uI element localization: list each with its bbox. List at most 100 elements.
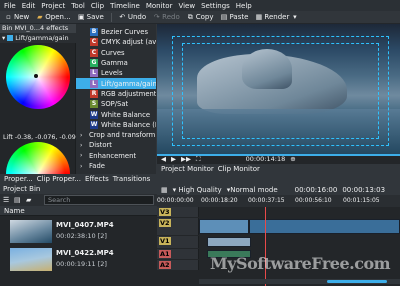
ruler-tick: 00:00:00:00 [157, 197, 194, 204]
grid-icon[interactable]: ▦ [161, 186, 168, 194]
ruler-tick: 00:00:56:10 [295, 197, 332, 204]
open-button[interactable]: ▰ Open... [34, 13, 72, 21]
timeline-tracks: V3 V2 V1 A1 A2 [157, 207, 400, 286]
monitor-tabs: Project Monitor Clip Monitor [157, 164, 400, 174]
tab-project-monitor[interactable]: Project Monitor [161, 165, 214, 173]
list-item[interactable]: S SOP/Sat [76, 99, 156, 109]
menu-settings[interactable]: Settings [201, 2, 230, 10]
lift-value-text: Lift -0.38, -0.076, -0.09: [3, 134, 77, 141]
collapse-icon[interactable]: ▾ [2, 34, 5, 42]
menu-clip[interactable]: Clip [91, 2, 104, 10]
quality-dropdown[interactable]: ▾ High Quality [173, 186, 222, 194]
timecode-duration[interactable]: 00:00:13:03 [342, 186, 385, 194]
video-clip[interactable] [249, 219, 400, 234]
category-fade[interactable]: › Fade [76, 161, 156, 171]
play-back-icon[interactable]: ◀ [161, 155, 166, 163]
folder-icon[interactable]: ▰ [26, 196, 31, 204]
timeline-ruler[interactable]: 00:00:00:00 00:00:18:20 00:00:37:15 00:0… [157, 195, 400, 207]
track-header: V2 [157, 218, 199, 235]
list-item[interactable]: R RGB adjustment [76, 89, 156, 99]
list-item[interactable]: MVI_0407.MP4 00:02:38:10 [2] [0, 218, 157, 245]
category-crop-transform[interactable]: › Crop and transform [76, 130, 156, 140]
redo-button[interactable]: ↷ Redo [151, 13, 182, 21]
checkbox-icon[interactable] [7, 35, 14, 41]
video-clip[interactable] [207, 237, 251, 247]
chevron-down-icon: ▾ [293, 12, 297, 21]
menu-monitor[interactable]: Monitor [146, 2, 173, 10]
category-distort[interactable]: › Distort [76, 140, 156, 150]
effect-stack-title: Bin MVI_0...4 effects [0, 24, 76, 33]
list-item[interactable]: B Bezier Curves [76, 27, 156, 37]
list-item[interactable]: WWhite Balance (LM [76, 120, 156, 130]
tab-properties[interactable]: Proper... [4, 175, 33, 183]
chevron-down-icon: ▾ [172, 185, 177, 194]
tab-effects[interactable]: Effects [85, 175, 109, 183]
paste-icon: ▤ [220, 12, 228, 21]
track-v2[interactable]: V2 [157, 218, 400, 235]
menu-file[interactable]: File [4, 2, 16, 10]
timeline-toolbar: ▦ ▾ High Quality ▾Normal mode 00:00:16:0… [157, 184, 400, 195]
menu-tool[interactable]: Tool [71, 2, 85, 10]
watermark: MySoftwareFree.com [210, 254, 391, 273]
category-enhancement[interactable]: › Enhancement [76, 151, 156, 161]
menu-view[interactable]: View [178, 2, 195, 10]
render-icon: ▦ [255, 12, 263, 21]
chevron-right-icon: › [80, 141, 83, 149]
bin-search-input[interactable]: Search [44, 195, 154, 205]
chevron-right-icon: › [80, 162, 83, 170]
scrollbar-thumb[interactable] [327, 280, 387, 283]
list-item[interactable]: MVI_0422.MP4 00:00:19:11 [2] [0, 246, 157, 273]
timecode-position[interactable]: 00:00:16:00 [295, 186, 338, 194]
chevron-right-icon: › [80, 131, 83, 139]
undo-button[interactable]: ↶ Undo [117, 13, 148, 21]
effect-badge: B [90, 28, 98, 37]
menu-edit[interactable]: Edit [22, 2, 36, 10]
save-button[interactable]: ▣ Save [76, 13, 106, 21]
monitor-seek-bar[interactable] [157, 154, 400, 156]
mode-dropdown[interactable]: ▾Normal mode [227, 186, 278, 194]
menu-help[interactable]: Help [236, 2, 252, 10]
video-clip[interactable] [199, 219, 249, 234]
playhead[interactable] [265, 207, 266, 286]
tab-transitions[interactable]: Transitions [113, 175, 151, 183]
ruler-tick: 00:00:18:20 [201, 197, 238, 204]
track-header: V1 [157, 236, 199, 248]
new-button[interactable]: ▫ New [3, 13, 31, 21]
forward-icon[interactable]: ▶▶ [181, 155, 191, 163]
safe-zone-guide-inner [182, 43, 379, 139]
left-panel-tabs: Proper... Clip Proper... Effects Transit… [0, 174, 157, 184]
list-item[interactable]: G Gamma [76, 58, 156, 68]
menu-project[interactable]: Project [41, 2, 65, 10]
list-item[interactable]: C CMYK adjust (avfi [76, 37, 156, 47]
copy-button[interactable]: ⧉ Copy [185, 13, 216, 21]
lift-color-wheel[interactable] [6, 45, 70, 109]
play-icon[interactable]: ▶ [171, 155, 176, 163]
effect-list: B Bezier Curves C CMYK adjust (avfi C Curve… [76, 24, 232, 174]
view-icon[interactable]: ▤ [14, 196, 21, 204]
bin-column-header[interactable]: Name [0, 206, 157, 216]
menu-timeline[interactable]: Timeline [110, 2, 140, 10]
redo-icon: ↷ [153, 12, 160, 21]
zoom-icon[interactable]: ⊕ [290, 155, 295, 163]
bin-toolbar: ☰ ▤ ▰ Search [0, 194, 157, 206]
effect-header[interactable]: ▾ Lift/gamma/gain [0, 33, 76, 43]
list-item[interactable]: L Levels [76, 68, 156, 78]
track-label: A1 [159, 250, 171, 258]
render-button[interactable]: ▦ Render ▾ [253, 13, 300, 21]
list-item[interactable]: C Curves [76, 48, 156, 58]
new-file-icon: ▫ [6, 12, 11, 21]
clip-name: MVI_0407.MP4 [56, 221, 114, 229]
tab-clip-properties[interactable]: Clip Proper... [37, 175, 81, 183]
paste-button[interactable]: ▤ Paste [219, 13, 251, 21]
tab-clip-monitor[interactable]: Clip Monitor [218, 165, 260, 173]
track-v3[interactable]: V3 [157, 207, 400, 217]
clip-thumbnail [10, 220, 52, 243]
effect-badge: W [90, 120, 98, 129]
list-item-selected[interactable]: L Lift/gamma/gain [76, 78, 156, 89]
track-v1[interactable]: V1 [157, 236, 400, 248]
monitor-timecode[interactable]: 00:00:14:18 [246, 155, 286, 163]
effect-badge: L [90, 69, 98, 78]
list-item[interactable]: W White Balance [76, 109, 156, 119]
menu-icon[interactable]: ☰ [3, 196, 9, 204]
effect-badge: G [90, 59, 98, 68]
